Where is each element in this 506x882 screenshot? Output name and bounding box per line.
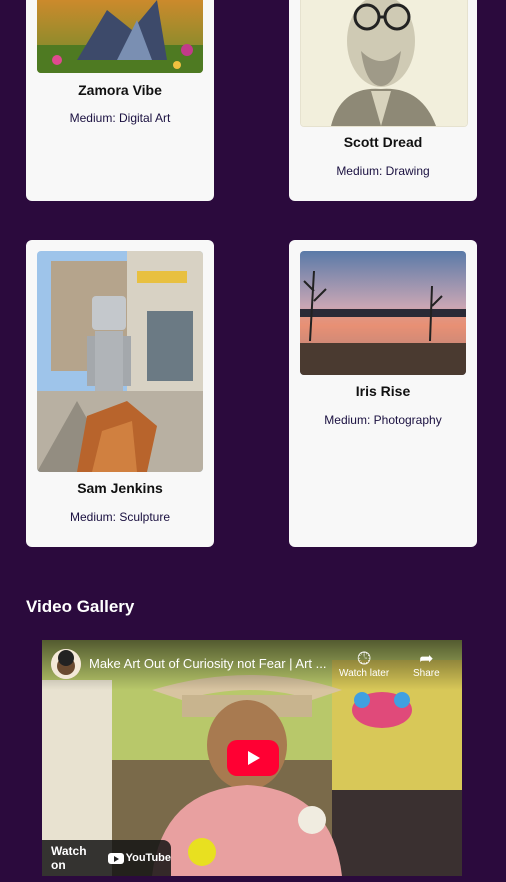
artist-medium: Medium: Sculpture bbox=[69, 510, 171, 524]
artist-medium: Medium: Drawing bbox=[336, 164, 430, 178]
artist-name: Scott Dread bbox=[343, 134, 423, 150]
youtube-logo: YouTube bbox=[107, 852, 171, 864]
channel-avatar[interactable] bbox=[51, 649, 81, 679]
watch-on-label: Watch on bbox=[51, 844, 87, 872]
play-icon bbox=[227, 740, 279, 776]
artist-medium: Medium: Digital Art bbox=[69, 111, 171, 125]
artist-card: Iris Rise Medium: Photography bbox=[289, 240, 477, 547]
share-label: Share bbox=[413, 668, 440, 679]
artwork-image[interactable] bbox=[300, 251, 466, 375]
video-player[interactable]: Make Art Out of Curiosity not Fear | Art… bbox=[42, 640, 462, 876]
share-icon: ➦ bbox=[419, 649, 434, 668]
watch-later-button[interactable]: 🕒︎ Watch later bbox=[339, 649, 390, 680]
artist-name: Zamora Vibe bbox=[78, 82, 162, 98]
artist-name: Iris Rise bbox=[355, 383, 411, 399]
artwork-image[interactable] bbox=[300, 0, 468, 127]
play-button[interactable] bbox=[227, 740, 279, 776]
share-button[interactable]: ➦ Share bbox=[413, 649, 440, 680]
artist-medium: Medium: Photography bbox=[324, 413, 442, 427]
video-title[interactable]: Make Art Out of Curiosity not Fear | Art… bbox=[89, 656, 326, 671]
artist-card: Scott Dread Medium: Drawing bbox=[289, 0, 477, 201]
artwork-image[interactable] bbox=[37, 251, 203, 472]
video-gallery-heading: Video Gallery bbox=[26, 597, 135, 616]
watch-later-label: Watch later bbox=[339, 668, 390, 679]
watch-on-youtube-button[interactable]: Watch on YouTube bbox=[42, 840, 171, 876]
artwork-image[interactable] bbox=[37, 0, 203, 73]
artist-name: Sam Jenkins bbox=[77, 480, 163, 496]
artist-card: Zamora Vibe Medium: Digital Art bbox=[26, 0, 214, 201]
youtube-icon bbox=[107, 852, 124, 864]
artist-card: Sam Jenkins Medium: Sculpture bbox=[26, 240, 214, 547]
clock-icon: 🕒︎ bbox=[357, 649, 371, 668]
